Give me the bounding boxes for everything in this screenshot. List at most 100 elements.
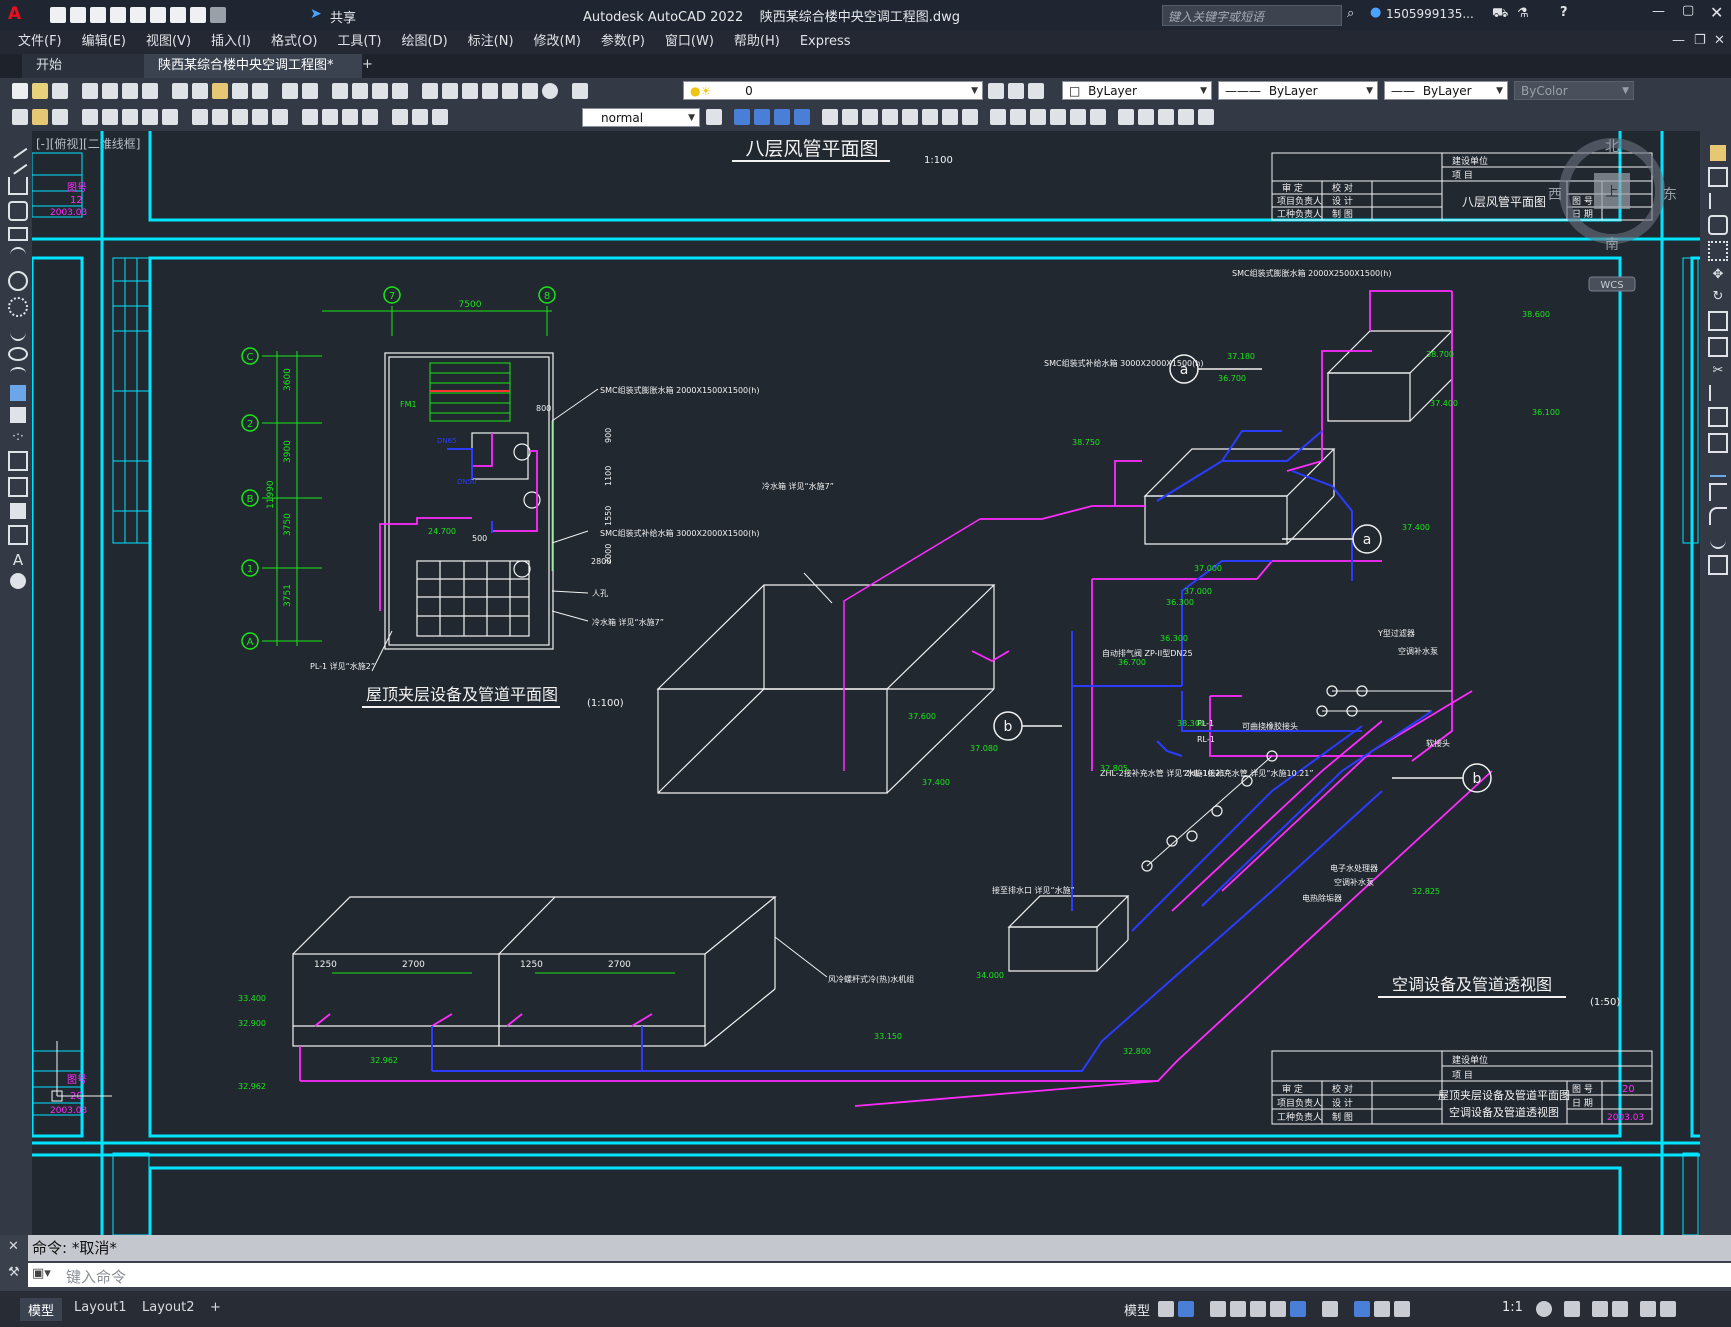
publish-icon[interactable] — [122, 83, 138, 99]
wcs-label[interactable]: WCS — [1600, 280, 1623, 291]
insert-block-icon[interactable] — [10, 385, 26, 401]
tool-palettes-icon[interactable] — [462, 83, 478, 99]
construction-line-icon[interactable] — [8, 157, 28, 175]
layer-state-icon[interactable] — [1028, 83, 1044, 99]
user-icon[interactable]: ● — [1370, 5, 1381, 20]
snap-icon[interactable] — [1178, 1301, 1194, 1317]
move-icon[interactable] — [822, 109, 838, 125]
viewcube-face[interactable]: 上 — [1605, 185, 1618, 200]
angular-dim-icon[interactable] — [162, 109, 178, 125]
dim-text-edit-icon[interactable] — [412, 109, 428, 125]
add-selected-icon[interactable] — [10, 573, 26, 589]
inspection-icon[interactable] — [342, 109, 358, 125]
quick-select-icon[interactable] — [1198, 109, 1214, 125]
dim-break-icon[interactable] — [272, 109, 288, 125]
rotate-icon[interactable]: ↻ — [1710, 289, 1726, 305]
menu-view[interactable]: 视图(V) — [136, 30, 201, 54]
mtext-icon[interactable]: A — [10, 551, 26, 569]
arc-length-icon[interactable] — [52, 109, 68, 125]
open-web-icon[interactable] — [130, 7, 146, 23]
calculator-icon[interactable] — [522, 83, 538, 99]
move-icon[interactable]: ✥ — [1710, 267, 1726, 283]
break-icon[interactable] — [1030, 109, 1046, 125]
menu-draw[interactable]: 绘图(D) — [392, 30, 458, 54]
close-command-icon[interactable]: ✕ — [8, 1239, 19, 1254]
sheet-set-icon[interactable] — [482, 83, 498, 99]
close-icon[interactable]: ✕ — [1710, 3, 1723, 22]
object-snap-icon[interactable] — [1290, 1301, 1306, 1317]
extend-icon[interactable] — [1010, 109, 1026, 125]
join-icon[interactable] — [1710, 459, 1726, 477]
make-current-icon[interactable] — [988, 83, 1004, 99]
erase-icon[interactable] — [1710, 145, 1726, 161]
menu-express[interactable]: Express — [790, 30, 861, 54]
trim-icon[interactable] — [990, 109, 1006, 125]
isolate-icon[interactable] — [1178, 109, 1194, 125]
line-icon[interactable] — [8, 141, 28, 159]
match-properties-icon[interactable] — [232, 83, 248, 99]
continue-dim-icon[interactable] — [232, 109, 248, 125]
markup-icon[interactable] — [502, 83, 518, 99]
new-tab-icon[interactable]: + — [362, 57, 373, 72]
zoom-realtime-icon[interactable] — [352, 83, 368, 99]
block-editor-icon[interactable] — [252, 83, 268, 99]
model-space-button[interactable]: 模型 — [1124, 1300, 1150, 1319]
paste-icon[interactable] — [212, 83, 228, 99]
dim-style-dropdown[interactable]: normal ▼ — [582, 108, 700, 127]
break-icon[interactable] — [1708, 433, 1728, 453]
search-input[interactable]: 键入关键字或短语 — [1168, 8, 1264, 25]
isodraft-icon[interactable] — [1250, 1301, 1266, 1317]
tab-model[interactable]: 模型 — [20, 1298, 63, 1321]
array-icon[interactable] — [942, 109, 958, 125]
menu-parametric[interactable]: 参数(P) — [591, 30, 655, 54]
tolerance-icon[interactable] — [302, 109, 318, 125]
copy-icon[interactable] — [1708, 167, 1728, 187]
redo-icon[interactable] — [210, 7, 226, 23]
send-under-icon[interactable] — [794, 109, 810, 125]
auto-scale-icon[interactable] — [1374, 1301, 1390, 1317]
doc-minimize-icon[interactable]: — — [1672, 33, 1685, 48]
quick-dim-icon[interactable] — [192, 109, 208, 125]
drawing-area[interactable]: [-][俯视][二维线框] 图号 12 2003.03 图号 20 2003.0… — [32, 131, 1700, 1235]
open-icon[interactable] — [70, 7, 86, 23]
viewcube-south[interactable]: 南 — [1605, 237, 1619, 253]
clean-screen-icon[interactable] — [1640, 1301, 1656, 1317]
rotate-icon[interactable] — [882, 109, 898, 125]
workspace-gear-icon[interactable] — [1536, 1301, 1552, 1317]
maximize-icon[interactable]: ▢ — [1682, 3, 1694, 18]
center-mark-icon[interactable] — [322, 109, 338, 125]
chamfer-icon[interactable] — [1070, 109, 1086, 125]
offset-icon[interactable] — [1708, 215, 1728, 235]
mirror-icon[interactable] — [902, 109, 918, 125]
dim-edit-icon[interactable] — [392, 109, 408, 125]
diameter-dim-icon[interactable] — [142, 109, 158, 125]
linetype-dropdown[interactable]: ——— ByLayer ▼ — [1218, 81, 1378, 100]
annotation-scale-value[interactable]: 1:1 — [1502, 1300, 1523, 1315]
minimize-icon[interactable]: — — [1652, 4, 1665, 19]
stretch-icon[interactable] — [862, 109, 878, 125]
pan-icon[interactable] — [332, 83, 348, 99]
tab-layout2[interactable]: Layout2 — [134, 1298, 202, 1317]
layer-previous-icon[interactable] — [1008, 83, 1024, 99]
revcloud-icon[interactable] — [8, 297, 28, 317]
hardware-accel-icon[interactable] — [1612, 1301, 1628, 1317]
jogged-linear-icon[interactable] — [362, 109, 378, 125]
plotstyle-dropdown[interactable]: ByColor ▼ — [1514, 81, 1634, 100]
plot-preview-icon[interactable] — [102, 83, 118, 99]
make-block-icon[interactable] — [10, 407, 26, 423]
dim-style-icon[interactable] — [706, 109, 722, 125]
bring-above-icon[interactable] — [774, 109, 790, 125]
scale-icon[interactable] — [922, 109, 938, 125]
user-name[interactable]: 1505999135... — [1386, 7, 1474, 21]
join-icon[interactable] — [1050, 109, 1066, 125]
stretch-icon[interactable] — [1708, 337, 1728, 357]
annotation-visibility-icon[interactable] — [1354, 1301, 1370, 1317]
spline-icon[interactable] — [10, 323, 26, 341]
new-icon[interactable] — [50, 7, 66, 23]
polar-icon[interactable] — [1230, 1301, 1246, 1317]
gradient-icon[interactable] — [8, 477, 28, 497]
viewcube-west[interactable]: 西 — [1548, 187, 1562, 203]
radius-dim-icon[interactable] — [102, 109, 118, 125]
customization-menu-icon[interactable] — [1660, 1301, 1676, 1317]
draw-order-front-icon[interactable] — [734, 109, 750, 125]
